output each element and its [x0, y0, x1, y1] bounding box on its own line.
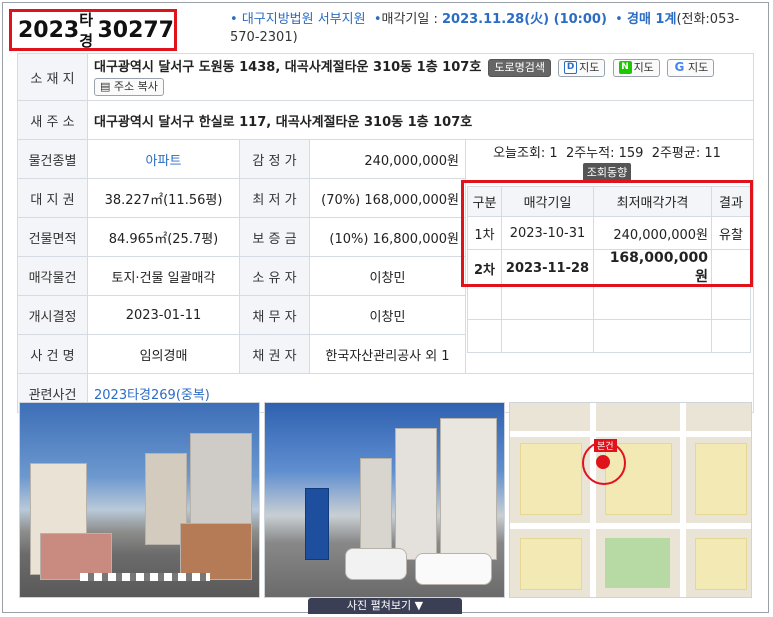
street-photo-2[interactable]	[264, 402, 505, 598]
deposit-label: 보 증 금	[239, 217, 310, 257]
col-round: 구분	[467, 186, 502, 217]
round-cell: 1차	[467, 216, 502, 250]
col-result: 결과	[711, 186, 751, 217]
naver-icon: N	[618, 61, 632, 74]
debtor-label: 채 무 자	[239, 295, 310, 335]
new-address-label: 새 주 소	[17, 100, 88, 140]
expand-photos-button[interactable]: 사진 펼쳐보기 ▼	[308, 598, 462, 614]
round-cell: 2차	[467, 249, 502, 287]
table-row	[467, 319, 751, 353]
new-address: 대구광역시 달서구 한실로 117, 대곡사계절타운 310동 1층 107호	[86, 100, 755, 140]
appraisal-value: 240,000,000원	[309, 139, 466, 179]
deposit-value: (10%) 16,800,000원	[309, 217, 466, 257]
header-info: • 대구지방법원 서부지원 •매각기일 : 2023.11.28(火) (10:…	[230, 12, 740, 45]
naver-map-button[interactable]: N 지도	[612, 58, 660, 77]
building-area-label: 건물면적	[17, 217, 88, 257]
court-name[interactable]: 대구지방법원 서부지원	[242, 12, 366, 27]
two-week-avg: 2주평균: 11	[651, 146, 721, 161]
debtor-value: 이창민	[309, 295, 466, 335]
case-name-label: 사 건 명	[17, 334, 88, 374]
result-cell: 유찰	[711, 216, 751, 250]
date-cell: 2023-10-31	[501, 216, 594, 250]
google-icon: G	[672, 60, 686, 74]
daum-map-button[interactable]: D 지도	[558, 58, 606, 77]
kind-value[interactable]: 아파트	[87, 139, 240, 179]
location-address: 대구광역시 달서구 도원동 1438, 대곡사계절타운 310동 1층 107호	[94, 60, 482, 75]
kind-label: 물건종별	[17, 139, 88, 179]
location-cell: 대구광역시 달서구 도원동 1438, 대곡사계절타운 310동 1층 107호…	[86, 53, 755, 101]
view-trend-button[interactable]: 조회동향	[582, 163, 632, 182]
case-num: 30277	[97, 17, 174, 43]
sale-item-label: 매각물건	[17, 256, 88, 296]
auction-dept[interactable]: 경매 1계	[627, 12, 676, 27]
owner-label: 소 유 자	[239, 256, 310, 296]
creditor-value: 한국자산관리공사 외 1	[309, 334, 466, 374]
copy-address-button[interactable]: ▤ 주소 복사	[94, 77, 164, 96]
sale-history-table: 구분 매각기일 최저매각가격 결과 1차 2023-10-31 240,000,…	[467, 186, 751, 353]
case-name-value: 임의경매	[87, 334, 240, 374]
land-label: 대 지 권	[17, 178, 88, 218]
daum-icon: D	[564, 61, 578, 74]
building-area-value: 84.965㎡(25.7평)	[87, 217, 240, 257]
case-number: 2023 타경 30277	[9, 9, 177, 51]
two-week-views: 2주누적: 159	[565, 146, 644, 161]
min-price-label: 최 저 가	[239, 178, 310, 218]
table-row: 2차 2023-11-28 168,000,000원	[467, 249, 751, 287]
owner-value: 이창민	[309, 256, 466, 296]
table-row: 1차 2023-10-31 240,000,000원 유찰	[467, 216, 751, 250]
location-map[interactable]: 본건	[509, 402, 752, 598]
date-cell: 2023-11-28	[501, 249, 594, 287]
col-min-price: 최저매각가격	[593, 186, 712, 217]
google-map-button[interactable]: G 지도	[666, 58, 715, 77]
street-photo-1[interactable]	[19, 402, 260, 598]
view-stats: 오늘조회: 1 2주누적: 159 2주평균: 11 조회동향	[462, 145, 752, 182]
road-search-button[interactable]: 도로명검색	[488, 58, 552, 77]
table-row	[467, 286, 751, 320]
sale-item-value: 토지·건물 일괄매각	[87, 256, 240, 296]
price-cell: 240,000,000원	[593, 216, 712, 250]
location-label: 소 재 지	[17, 53, 88, 101]
result-cell	[711, 249, 751, 287]
today-views: 오늘조회: 1	[493, 146, 558, 161]
sale-date-label: 매각기일 :	[381, 12, 442, 27]
copy-icon: ▤	[100, 79, 111, 93]
col-date: 매각기일	[501, 186, 594, 217]
sale-date: 2023.11.28(火) (10:00)	[441, 12, 607, 27]
min-price-value: (70%) 168,000,000원	[309, 178, 466, 218]
creditor-label: 채 권 자	[239, 334, 310, 374]
map-marker-label: 본건	[594, 439, 617, 452]
location-pin-icon	[596, 455, 610, 469]
case-year: 2023	[18, 17, 80, 43]
start-label: 개시결정	[17, 295, 88, 335]
appraisal-label: 감 정 가	[239, 139, 310, 179]
case-type: 타경	[79, 11, 94, 50]
start-value: 2023-01-11	[87, 295, 240, 335]
price-cell: 168,000,000원	[593, 249, 712, 287]
land-value: 38.227㎡(11.56평)	[87, 178, 240, 218]
